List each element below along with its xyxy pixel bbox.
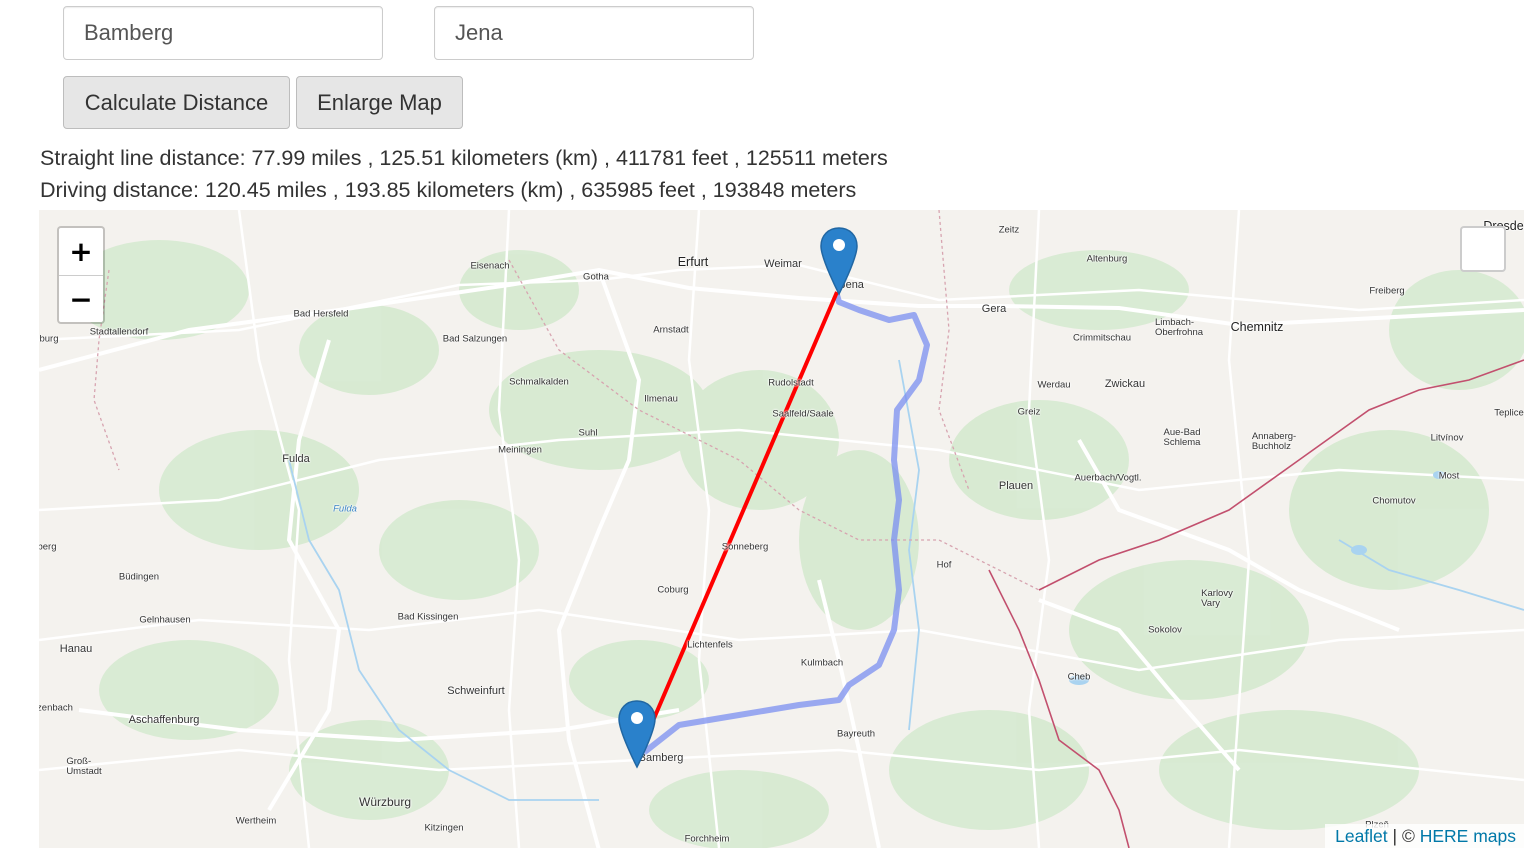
map-label: Büdingen <box>118 571 160 583</box>
zoom-in-button[interactable]: + <box>59 228 103 276</box>
map-label: Rudolstadt <box>768 377 814 389</box>
map-label: Bad Hersfeld <box>293 308 349 320</box>
zoom-out-button[interactable]: − <box>59 276 103 323</box>
zoom-control: + − <box>57 226 105 324</box>
map-attribution: Leaflet | © HERE maps <box>1325 824 1524 848</box>
map-view[interactable]: Dresden Zeitz Erfurt Weimar Jena Eisenac… <box>39 210 1524 848</box>
map-label: Würzburg <box>358 795 412 809</box>
map-label: Wertheim <box>235 815 277 827</box>
map-label: Stadtallendorf <box>89 326 149 338</box>
map-label: berg <box>39 541 57 553</box>
map-label: Freiberg <box>1369 285 1405 297</box>
origin-marker-icon[interactable] <box>617 699 657 771</box>
map-label: Fulda <box>333 503 357 515</box>
map-label: Greiz <box>1017 406 1041 418</box>
map-label: Sokolov <box>1148 624 1182 636</box>
map-label: Gera <box>981 303 1007 315</box>
map-label: Groß- Umstadt <box>66 756 102 777</box>
map-label: Annaberg- Buchholz <box>1251 431 1297 452</box>
map-label: Forchheim <box>684 833 730 845</box>
calculate-distance-button[interactable]: Calculate Distance <box>63 76 290 129</box>
map-label: burg <box>39 333 59 345</box>
map-label: Most <box>1438 470 1460 482</box>
map-label: Cheb <box>1067 671 1091 683</box>
map-label: Suhl <box>578 427 598 439</box>
map-label: Meiningen <box>498 444 542 456</box>
map-label: Bayreuth <box>836 728 876 740</box>
enlarge-map-button[interactable]: Enlarge Map <box>296 76 463 129</box>
here-maps-link[interactable]: HERE maps <box>1420 826 1516 846</box>
map-label: Litvínov <box>1430 432 1464 444</box>
map-label: Zwickau <box>1104 378 1146 390</box>
map-label: Hof <box>936 559 952 571</box>
map-label: Teplice <box>1494 407 1524 419</box>
straight-line-distance-text: Straight line distance: 77.99 miles , 12… <box>40 146 888 170</box>
map-label: Plauen <box>998 480 1034 492</box>
map-label: Chemnitz <box>1230 320 1284 334</box>
layers-control-button[interactable] <box>1460 226 1506 272</box>
map-label: Bad Salzungen <box>442 333 508 345</box>
map-base-layer <box>39 210 1524 848</box>
map-label: Schweinfurt <box>447 685 505 697</box>
map-label: Schmalkalden <box>509 376 569 388</box>
map-label: Hanau <box>59 643 93 655</box>
map-label: Weimar <box>764 258 802 270</box>
map-label: Coburg <box>657 584 689 596</box>
map-label: Crimmitschau <box>1072 332 1132 344</box>
map-label: Ilmenau <box>644 393 678 405</box>
attribution-separator: | © <box>1392 826 1415 846</box>
map-label: Arnstadt <box>653 324 689 336</box>
map-label: Aue-Bad Schlema <box>1163 427 1201 448</box>
map-label: Fulda <box>282 453 310 465</box>
map-label: Karlovy Vary <box>1201 588 1233 609</box>
map-label: zenbach <box>39 702 73 714</box>
leaflet-link[interactable]: Leaflet <box>1335 826 1388 846</box>
map-label: Lichtenfels <box>687 639 733 651</box>
map-label: Altenburg <box>1086 253 1128 265</box>
map-label: Bad Kissingen <box>397 611 459 623</box>
map-label: Gelnhausen <box>139 614 191 626</box>
destination-marker-icon[interactable] <box>819 226 859 298</box>
map-label: Kitzingen <box>424 822 464 834</box>
map-label: Eisenach <box>470 260 510 272</box>
destination-input[interactable] <box>434 6 754 60</box>
origin-input[interactable] <box>63 6 383 60</box>
map-label: Chomutov <box>1372 495 1416 507</box>
map-label: Kulmbach <box>800 657 844 669</box>
map-label: Limbach- Oberfrohna <box>1154 317 1204 338</box>
map-label: Auerbach/Vogtl. <box>1074 472 1142 484</box>
map-label: Saalfeld/Saale <box>772 408 834 420</box>
driving-distance-text: Driving distance: 120.45 miles , 193.85 … <box>40 178 857 202</box>
map-label: Zeitz <box>998 224 1020 236</box>
map-label: Aschaffenburg <box>128 714 200 726</box>
map-label: Gotha <box>583 271 609 283</box>
map-label: Werdau <box>1037 379 1071 391</box>
map-label: Erfurt <box>677 255 709 269</box>
map-label: Sonneberg <box>721 541 769 553</box>
